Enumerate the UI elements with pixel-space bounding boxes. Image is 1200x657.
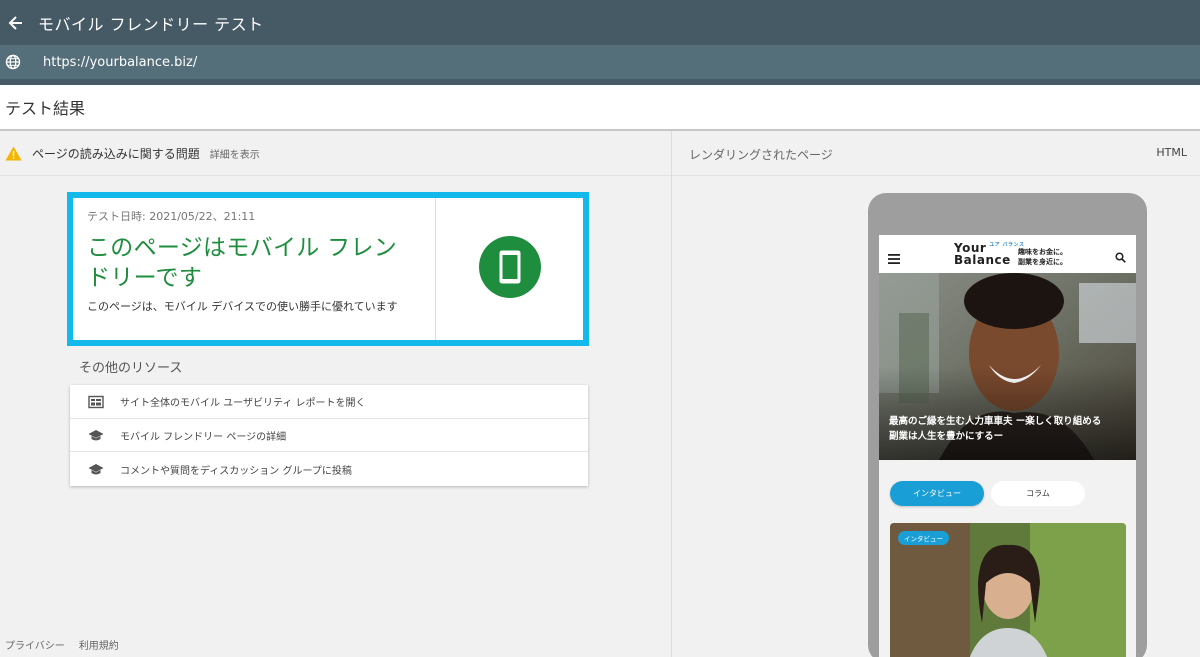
page-loading-issues-row[interactable]: ページの読み込みに関する問題 詳細を表示 [0,131,671,176]
article-card[interactable]: インタビュー [890,523,1126,657]
warning-icon [5,146,22,161]
site-tagline: 趣味をお金に。 副業を身近に。 [1018,247,1067,267]
globe-icon [5,54,21,70]
html-tab[interactable]: HTML [1156,146,1187,159]
rendered-page-tab[interactable]: レンダリングされたページ [689,146,833,163]
terms-link[interactable]: 利用規約 [79,637,119,652]
hamburger-menu-icon[interactable] [888,249,900,264]
result-description: このページは、モバイル デバイスでの使い勝手に優れています [87,300,398,313]
result-heading-line1: このページはモバイル フレン [87,235,398,261]
resources-list: サイト全体のモバイル ユーザビリティ レポートを開く モバイル フレンドリー ペ… [70,385,588,487]
app-header: モバイル フレンドリー テスト [0,0,1200,45]
tab-interview[interactable]: インタビュー [890,481,984,506]
search-icon[interactable] [1115,248,1126,263]
footer-links: プライバシー 利用規約 [5,637,119,652]
tested-url: https://yourbalance.biz/ [43,54,198,70]
mobile-friendly-result-card: テスト日時: 2021/05/22、21:11 このページはモバイル フレン ド… [67,192,589,346]
app-title: モバイル フレンドリー テスト [38,14,264,34]
result-heading-line2: ドリーです [87,265,203,291]
result-text-block: テスト日時: 2021/05/22、21:11 このページはモバイル フレン ド… [73,198,436,340]
logo-text-balance: Balance [954,253,1011,267]
arrow-left-icon[interactable] [3,10,29,36]
site-logo[interactable]: Your ユア バランス Balance [954,241,1024,267]
tagline-line2: 副業を身近に。 [1018,258,1067,266]
hero-caption-line1: 最高のご縁を生む人力車車夫 ー楽しく取り組める [889,416,1102,427]
tagline-line1: 趣味をお金に。 [1018,248,1067,256]
resource-label: コメントや質問をディスカッション グループに投稿 [120,465,352,477]
mobile-phone-icon [478,236,541,302]
resource-label: モバイル フレンドリー ページの詳細 [120,431,287,443]
test-datetime: テスト日時: 2021/05/22、21:11 [87,210,256,223]
right-panel: レンダリングされたページ HTML Your ユア バランス Balance 趣味… [672,131,1200,657]
resource-usability-report[interactable]: サイト全体のモバイル ユーザビリティ レポートを開く [70,385,588,419]
site-header: Your ユア バランス Balance 趣味をお金に。 副業を身近に。 [879,235,1136,273]
dashboard-icon [88,394,104,409]
article-badge: インタビュー [898,531,949,545]
rendered-page-header: レンダリングされたページ HTML [672,131,1200,176]
phone-frame: Your ユア バランス Balance 趣味をお金に。 副業を身近に。 最高の… [868,193,1147,657]
resource-label: サイト全体のモバイル ユーザビリティ レポートを開く [120,397,366,409]
results-header: テスト結果 [0,85,1200,131]
resource-discussion-group[interactable]: コメントや質問をディスカッション グループに投稿 [70,452,588,486]
other-resources-title: その他のリソース [79,361,183,376]
resource-mobile-friendly-details[interactable]: モバイル フレンドリー ページの詳細 [70,419,588,453]
hero-caption-line2: 副業は人生を豊かにするー [889,431,1004,442]
page-loading-issues-label: ページの読み込みに関する問題 [32,146,200,161]
graduation-cap-icon [88,428,104,442]
results-title: テスト結果 [5,99,86,118]
hero-image[interactable]: 最高のご縁を生む人力車車夫 ー楽しく取り組める 副業は人生を豊かにするー [879,273,1136,460]
result-heading: このページはモバイル フレン ドリーです [87,233,435,293]
left-panel: ページの読み込みに関する問題 詳細を表示 テスト日時: 2021/05/22、2… [0,131,671,657]
phone-screen[interactable]: Your ユア バランス Balance 趣味をお金に。 副業を身近に。 最高の… [879,235,1136,657]
result-icon-block [436,198,583,340]
show-details-link[interactable]: 詳細を表示 [210,146,260,161]
graduation-cap-icon [88,462,104,476]
privacy-link[interactable]: プライバシー [5,637,65,652]
hero-caption: 最高のご縁を生む人力車車夫 ー楽しく取り組める 副業は人生を豊かにするー [889,414,1129,444]
url-bar: https://yourbalance.biz/ [0,45,1200,79]
tab-column[interactable]: コラム [991,481,1085,506]
